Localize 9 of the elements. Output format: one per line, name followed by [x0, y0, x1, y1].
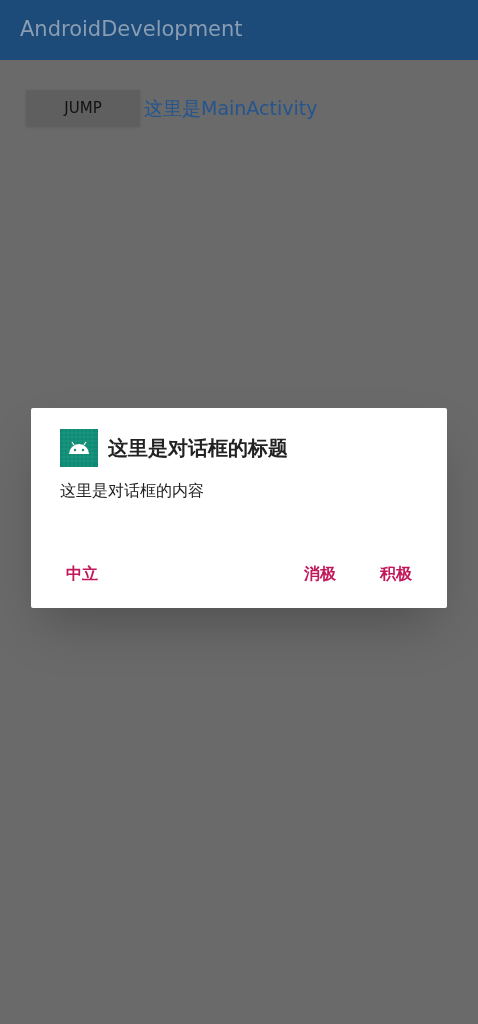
dialog-message: 这里是对话框的内容	[60, 479, 205, 502]
app-bar-title: AndroidDevelopment	[20, 16, 243, 44]
dialog-button[interactable]: 积极	[372, 553, 420, 594]
activity-label: 这里是MainActivity	[144, 95, 318, 121]
dialog-title: 这里是对话框的标题	[108, 434, 288, 462]
jump-button[interactable]: JUMP	[26, 90, 140, 126]
dialog-button[interactable]: 消极	[296, 553, 344, 594]
dialog-button[interactable]: 中立	[58, 553, 106, 594]
android-app-icon	[60, 428, 98, 467]
